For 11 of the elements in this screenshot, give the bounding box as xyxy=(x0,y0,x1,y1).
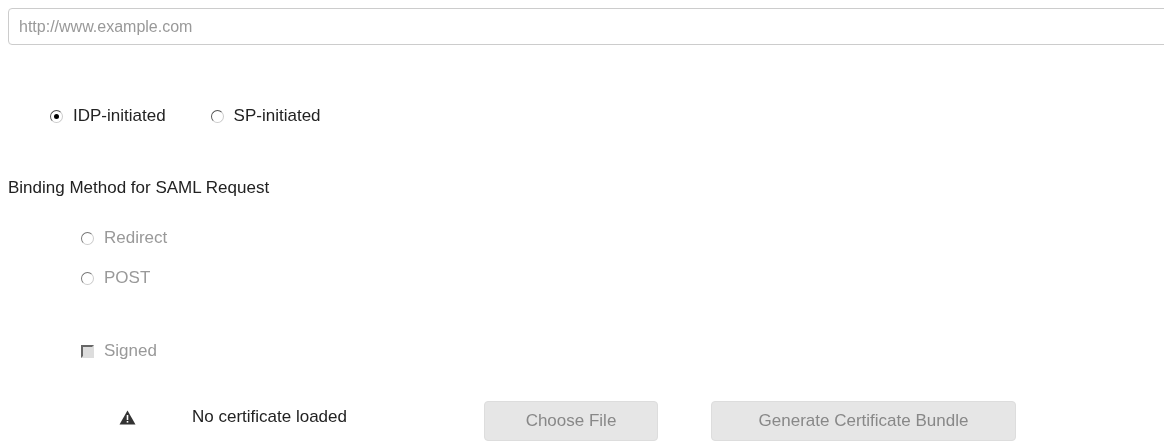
radio-label: POST xyxy=(104,268,151,288)
radio-label: Redirect xyxy=(104,228,168,248)
warning-icon xyxy=(119,409,136,425)
radio-button[interactable] xyxy=(50,109,63,123)
checkbox-label: Signed xyxy=(104,341,157,361)
radio-label: SP-initiated xyxy=(233,106,321,126)
section-heading: Binding Method for SAML Request xyxy=(8,178,271,198)
radio-button[interactable] xyxy=(210,109,224,123)
radio-label: IDP-initiated xyxy=(73,106,166,126)
url-field[interactable]: http://www.example.com xyxy=(8,8,1164,45)
certificate-status: No certificate loaded xyxy=(192,407,348,427)
